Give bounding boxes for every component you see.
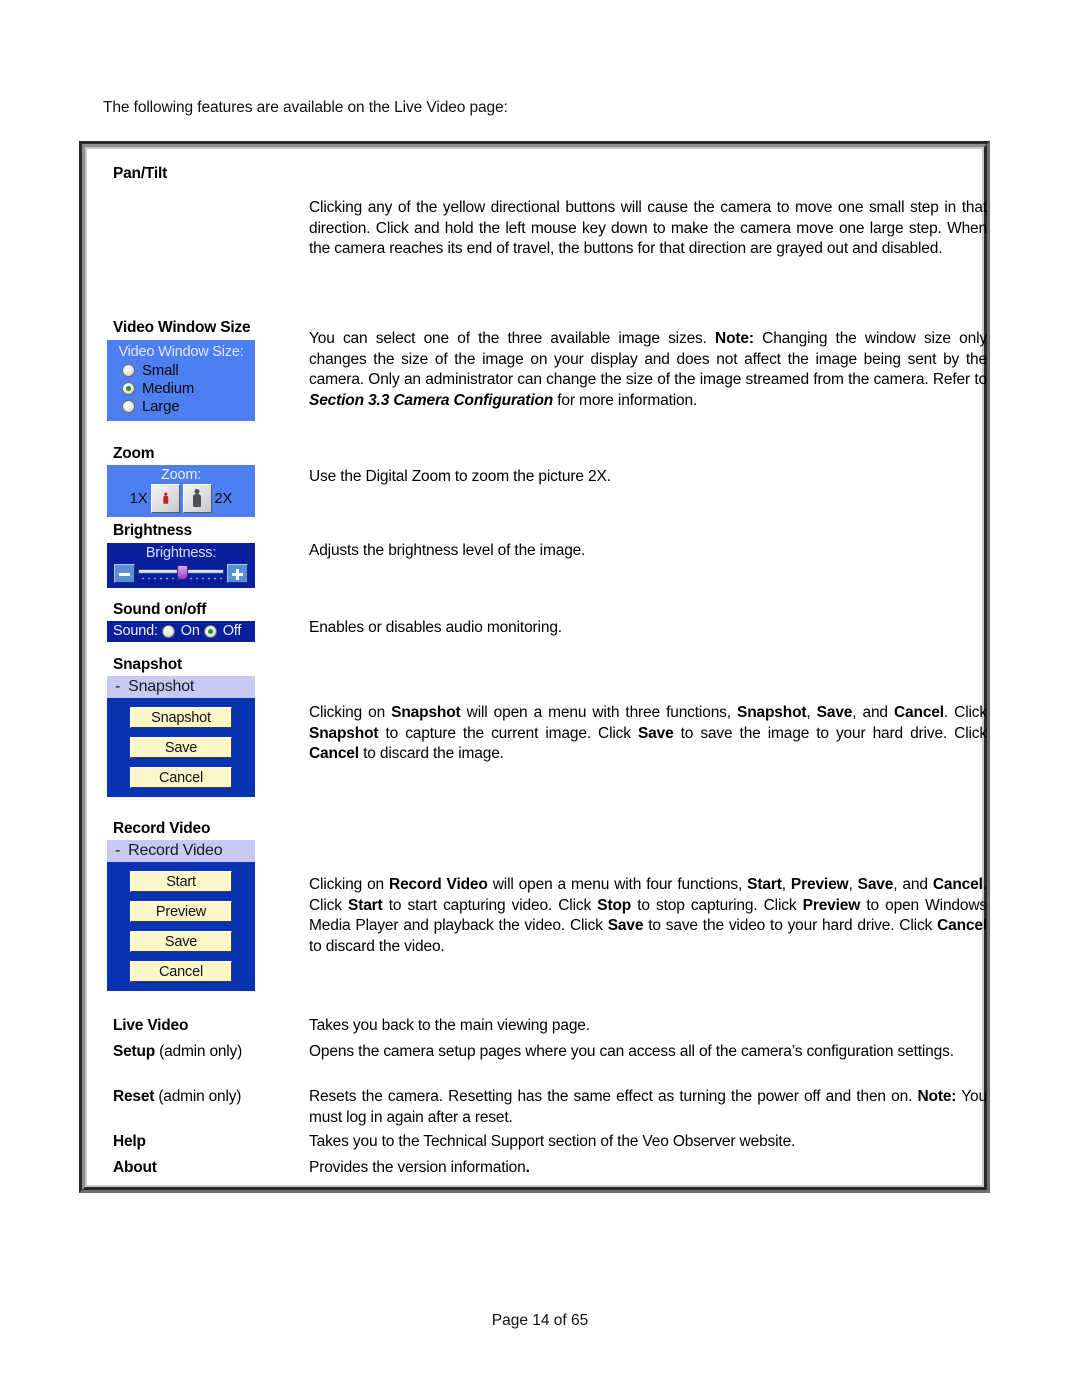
features-table-frame-inner: Pan/Tilt Clicking any of the yellow dire…: [82, 144, 987, 1190]
radio-large-icon[interactable]: [122, 400, 135, 413]
row-label-pan-tilt: Pan/Tilt: [113, 165, 168, 182]
snapshot-collapse-icon[interactable]: -: [107, 678, 128, 696]
snapshot-cancel-button[interactable]: Cancel: [130, 767, 232, 788]
brightness-plus-button[interactable]: [227, 564, 248, 583]
zoom-1x-label: 1X: [129, 490, 148, 507]
row-desc-sound: Enables or disables audio monitoring.: [309, 619, 562, 636]
record-video-panel-title: Record Video: [128, 842, 223, 859]
row-label-record-video: Record Video: [113, 820, 211, 837]
sound-widget[interactable]: Sound: On Off: [107, 621, 255, 642]
row-desc-record-video: Clicking on Record Video will open a men…: [309, 876, 987, 955]
row-label-reset: Reset (admin only): [113, 1088, 241, 1106]
row-label-zoom: Zoom: [113, 445, 155, 462]
brightness-slider[interactable]: [138, 564, 224, 583]
row-label-live-video: Live Video: [113, 1017, 189, 1034]
row-desc-reset: Resets the camera. Resetting has the sam…: [309, 1088, 987, 1126]
row-label-video-window-size: Video Window Size: [113, 319, 251, 336]
row-desc-zoom: Use the Digital Zoom to zoom the picture…: [309, 468, 611, 485]
row-label-brightness: Brightness: [113, 522, 192, 539]
video-window-size-caption: Video Window Size:: [118, 344, 244, 360]
radio-sound-on-icon[interactable]: [161, 624, 175, 638]
row-desc-about: Provides the version information.: [309, 1159, 530, 1176]
row-desc-video-window-size: You can select one of the three availabl…: [309, 330, 987, 409]
video-size-option-medium[interactable]: Medium: [107, 380, 255, 397]
radio-small-icon[interactable]: [122, 364, 135, 377]
record-save-button[interactable]: Save: [130, 931, 232, 952]
row-label-reset-suffix: (admin only): [154, 1088, 242, 1105]
snapshot-panel-widget[interactable]: - Snapshot Snapshot Save Cancel: [107, 676, 255, 797]
row-label-sound: Sound on/off: [113, 601, 207, 618]
person-small-icon: [162, 492, 168, 505]
brightness-widget[interactable]: Brightness:: [107, 543, 255, 588]
row-label-help: Help: [113, 1133, 146, 1150]
row-label-setup: Setup (admin only): [113, 1043, 242, 1061]
snapshot-panel-title: Snapshot: [128, 678, 195, 695]
video-size-option-medium-label: Medium: [142, 380, 195, 397]
row-label-about: About: [113, 1159, 157, 1176]
record-video-collapse-icon[interactable]: -: [107, 842, 128, 860]
row-desc-setup: Opens the camera setup pages where you c…: [309, 1043, 954, 1060]
zoom-controls: 1X 2X: [107, 484, 255, 513]
document-page: The following features are available on …: [0, 0, 1080, 1397]
record-start-button[interactable]: Start: [130, 871, 232, 892]
record-video-panel-titlebar: - Record Video: [107, 840, 255, 862]
features-table-frame-inner2: Pan/Tilt Clicking any of the yellow dire…: [85, 147, 987, 1187]
row-label-snapshot: Snapshot: [113, 656, 183, 673]
zoom-widget[interactable]: Zoom: 1X 2X: [107, 465, 255, 517]
brightness-caption: Brightness:: [145, 545, 217, 561]
row-desc-brightness: Adjusts the brightness level of the imag…: [309, 542, 586, 559]
row-label-setup-text: Setup: [113, 1043, 156, 1060]
row-desc-live-video: Takes you back to the main viewing page.: [309, 1017, 590, 1034]
brightness-slider-thumb[interactable]: [177, 565, 188, 580]
video-size-option-large-label: Large: [142, 398, 180, 415]
person-large-icon: [193, 489, 202, 508]
snapshot-save-button[interactable]: Save: [130, 737, 232, 758]
brightness-minus-button[interactable]: [114, 564, 135, 583]
sound-caption: Sound:: [113, 623, 158, 639]
zoom-2x-label: 2X: [214, 490, 233, 507]
sound-option-on-label: On: [180, 623, 200, 639]
row-desc-help: Takes you to the Technical Support secti…: [309, 1133, 796, 1150]
record-cancel-button[interactable]: Cancel: [130, 961, 232, 982]
row-desc-snapshot: Clicking on Snapshot will open a menu wi…: [309, 704, 987, 762]
row-label-setup-suffix: (admin only): [155, 1043, 243, 1060]
intro-text: The following features are available on …: [103, 99, 508, 116]
video-size-option-small-label: Small: [142, 362, 179, 379]
record-video-panel-widget[interactable]: - Record Video Start Preview Save Cancel: [107, 840, 255, 991]
features-table-frame: Pan/Tilt Clicking any of the yellow dire…: [79, 141, 990, 1193]
snapshot-panel-titlebar: - Snapshot: [107, 676, 255, 698]
brightness-controls: [107, 564, 255, 583]
video-window-size-widget[interactable]: Video Window Size: Small Medium Large: [107, 340, 255, 421]
radio-sound-off-icon[interactable]: [203, 624, 217, 638]
row-desc-pan-tilt: Clicking any of the yellow directional b…: [309, 199, 987, 257]
sound-option-off-label: Off: [222, 623, 242, 639]
zoom-1x-button[interactable]: [150, 484, 180, 513]
zoom-2x-button[interactable]: [182, 484, 212, 513]
radio-medium-icon[interactable]: [122, 382, 135, 395]
page-footer: Page 14 of 65: [491, 1312, 589, 1329]
video-size-option-large[interactable]: Large: [107, 398, 255, 415]
row-label-reset-text: Reset: [113, 1088, 155, 1105]
zoom-caption: Zoom:: [160, 467, 202, 483]
snapshot-capture-button[interactable]: Snapshot: [130, 707, 232, 728]
video-size-option-small[interactable]: Small: [107, 362, 255, 379]
record-preview-button[interactable]: Preview: [130, 901, 232, 922]
